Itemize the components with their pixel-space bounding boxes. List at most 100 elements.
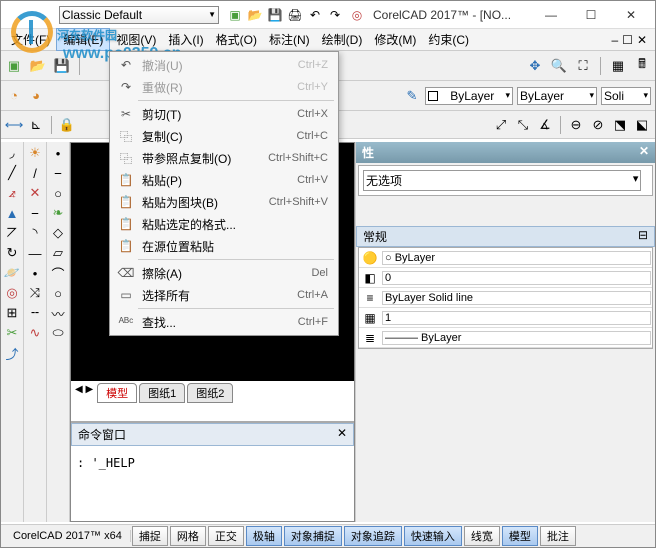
lineweight-combo[interactable]: Soli (601, 87, 651, 105)
status-toggle[interactable]: 对象捕捉 (284, 526, 342, 546)
clip-icon[interactable]: ✂ (3, 324, 21, 342)
calc-icon[interactable]: 🖩 (633, 57, 651, 75)
menu-item[interactable]: 📋粘贴(P)Ctrl+V (112, 169, 336, 191)
mdi-max-icon[interactable]: ☐ (622, 33, 633, 47)
dim-icon[interactable]: ⟷ (5, 116, 23, 134)
ext-icon[interactable]: ⤴ (3, 344, 21, 362)
redo-icon[interactable]: ↷ (327, 7, 343, 23)
circ-icon[interactable]: ○ (49, 284, 67, 302)
dash-icon[interactable]: ╌ (26, 304, 44, 322)
menu-item[interactable]: 📋粘贴选定的格式... (112, 213, 336, 235)
d7-icon[interactable]: ⬕ (633, 116, 651, 134)
seg-icon[interactable]: ⎯ (49, 164, 67, 182)
sun-icon[interactable]: ☀ (26, 144, 44, 162)
menu-constraint[interactable]: 约束(C) (422, 29, 475, 50)
mdi-close-icon[interactable]: ✕ (637, 33, 647, 47)
para-icon[interactable]: ▱ (49, 244, 67, 262)
layer-props-icon[interactable]: ◕ (27, 87, 45, 105)
props-header[interactable]: 性✕ (356, 142, 655, 163)
menu-item[interactable]: ▭选择所有Ctrl+A (112, 284, 336, 306)
menu-format[interactable]: 格式(O) (210, 29, 263, 50)
edge-icon[interactable]: ⦢ (3, 224, 21, 242)
maximize-button[interactable]: ☐ (571, 3, 611, 27)
color-field[interactable]: ○ ByLayer (382, 251, 651, 265)
dot-icon[interactable]: • (26, 264, 44, 282)
props-icon[interactable]: ▦ (609, 57, 627, 75)
grid-icon[interactable]: ⊞ (3, 304, 21, 322)
status-toggle[interactable]: 极轴 (246, 526, 282, 546)
menu-item[interactable]: 📋在源位置粘贴 (112, 235, 336, 257)
crv-icon[interactable]: ∿ (26, 324, 44, 342)
d1-icon[interactable]: ⤢ (492, 116, 510, 134)
d4-icon[interactable]: ⊖ (567, 116, 585, 134)
lock-icon[interactable]: 🔒 (58, 116, 76, 134)
open-icon[interactable]: 📂 (247, 7, 263, 23)
status-toggle[interactable]: 模型 (502, 526, 538, 546)
menu-item[interactable]: ✂剪切(T)Ctrl+X (112, 103, 336, 125)
menu-file[interactable]: 文件(F) (5, 29, 56, 50)
move-icon[interactable]: ⤨ (26, 284, 44, 302)
pt-icon[interactable]: • (49, 144, 67, 162)
status-toggle[interactable]: 批注 (540, 526, 576, 546)
undo-icon[interactable]: ↶ (307, 7, 323, 23)
tab-sheet2[interactable]: 图纸2 (187, 383, 233, 403)
save-icon[interactable]: 💾 (267, 7, 283, 23)
d2-icon[interactable]: ⤡ (514, 116, 532, 134)
match-icon[interactable]: ✎ (403, 87, 421, 105)
zoom-extent-icon[interactable]: ⛶ (574, 57, 592, 75)
close-button[interactable]: ✕ (611, 3, 651, 27)
ell-icon[interactable]: ⬭ (49, 324, 67, 342)
tab-model[interactable]: 模型 (97, 383, 137, 403)
line-icon[interactable]: ╱ (3, 164, 21, 182)
menu-item[interactable]: ⿻带参照点复制(O)Ctrl+Shift+C (112, 147, 336, 169)
status-toggle[interactable]: 网格 (170, 526, 206, 546)
lineweight-field[interactable]: ——— ByLayer (382, 331, 651, 345)
layer-field[interactable]: 0 (382, 271, 651, 285)
arc3-icon[interactable]: ⌒ (49, 264, 67, 282)
layer-icon[interactable]: ◔ (5, 87, 23, 105)
menu-item[interactable]: 📋粘贴为图块(B)Ctrl+Shift+V (112, 191, 336, 213)
rot-icon[interactable]: ↻ (3, 244, 21, 262)
arc2-icon[interactable]: ◝ (26, 224, 44, 242)
mdi-min-icon[interactable]: – (611, 33, 618, 47)
ln-icon[interactable]: ⎯ (26, 204, 44, 222)
collapse-icon[interactable]: ⊟ (638, 228, 648, 245)
wave-icon[interactable]: 〰 (49, 304, 67, 322)
menu-item[interactable]: ⌫擦除(A)Del (112, 262, 336, 284)
status-toggle[interactable]: 正交 (208, 526, 244, 546)
scale-field[interactable]: 1 (382, 311, 651, 325)
linetype-field[interactable]: ByLayer Solid line (382, 291, 651, 305)
dim2-icon[interactable]: ⊾ (27, 116, 45, 134)
tab-scroll-icon[interactable]: ◀ ▶ (73, 383, 95, 403)
tri-icon[interactable]: ▲ (3, 204, 21, 222)
status-toggle[interactable]: 捕捉 (132, 526, 168, 546)
eraser-icon[interactable]: ◞ (3, 144, 21, 162)
theme-combo[interactable]: Classic Default (59, 6, 219, 24)
menu-item[interactable]: ᴬᴮᶜ查找...Ctrl+F (112, 311, 336, 333)
d5-icon[interactable]: ⊘ (589, 116, 607, 134)
props-select[interactable]: 无选项 (363, 170, 641, 191)
poly-icon[interactable]: ◇ (49, 224, 67, 242)
minimize-button[interactable]: — (531, 3, 571, 27)
status-toggle[interactable]: 线宽 (464, 526, 500, 546)
menu-item[interactable]: ⿻复制(C)Ctrl+C (112, 125, 336, 147)
planet-icon[interactable]: 🪐 (3, 264, 21, 282)
status-toggle[interactable]: 对象追踪 (344, 526, 402, 546)
linetype-combo[interactable]: ByLayer (517, 87, 597, 105)
ang-icon[interactable]: ⦨ (3, 184, 21, 202)
pan-icon[interactable]: ✥ (526, 57, 544, 75)
menu-draw[interactable]: 绘制(D) (316, 29, 369, 50)
d6-icon[interactable]: ⬔ (611, 116, 629, 134)
status-toggle[interactable]: 快速输入 (404, 526, 462, 546)
open-doc-icon[interactable]: 📂 (29, 57, 47, 75)
leaf-icon[interactable]: ❧ (49, 204, 67, 222)
d3-icon[interactable]: ∡ (536, 116, 554, 134)
cmd-close-icon[interactable]: ✕ (337, 426, 347, 443)
tab-sheet1[interactable]: 图纸1 (139, 383, 185, 403)
menu-dimension[interactable]: 标注(N) (263, 29, 316, 50)
print-icon[interactable]: 🖨 (287, 7, 303, 23)
line2-icon[interactable]: / (26, 164, 44, 182)
props-close-icon[interactable]: ✕ (639, 144, 649, 161)
color-combo[interactable]: ByLayer (425, 87, 513, 105)
props-section-general[interactable]: 常规⊟ (356, 226, 655, 247)
